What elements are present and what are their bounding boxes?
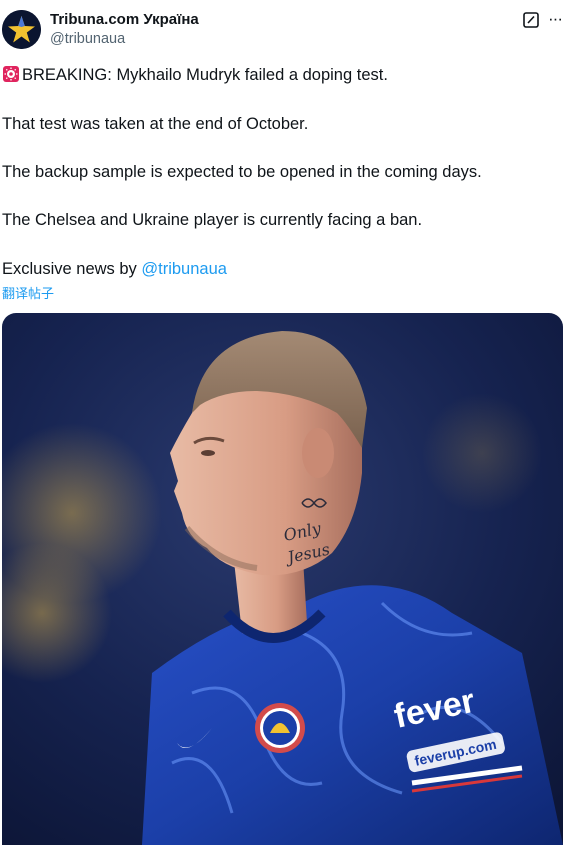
edit-icon[interactable] — [522, 11, 540, 29]
club-crest-icon — [255, 703, 305, 753]
tweet-line-4: The Chelsea and Ukraine player is curren… — [2, 211, 423, 229]
tweet-line-1-text: BREAKING: Mykhailo Mudryk failed a dopin… — [22, 66, 388, 84]
tweet-line-3: The backup sample is expected to be open… — [2, 163, 482, 181]
author-handle[interactable]: @tribunaua — [50, 31, 125, 47]
author-avatar[interactable] — [2, 10, 41, 49]
author-display-name[interactable]: Tribuna.com Україна — [50, 11, 199, 28]
tweet-line-2: That test was taken at the end of Octobe… — [2, 115, 309, 133]
credit-prefix: Exclusive news by — [2, 260, 142, 278]
more-icon[interactable]: ··· — [546, 10, 563, 30]
tweet-photo[interactable]: Only Jesus fever feverup.com — [2, 313, 563, 845]
mention-link[interactable]: @tribunaua — [141, 260, 227, 278]
star-logo-icon — [2, 10, 41, 49]
tweet-credit-line: Exclusive news by @tribunaua — [2, 259, 227, 279]
tweet-line-breaking: BREAKING: Mykhailo Mudryk failed a dopin… — [2, 65, 388, 85]
translate-post-link[interactable]: 翻译帖子 — [2, 283, 54, 302]
siren-emoji-icon — [2, 65, 20, 83]
